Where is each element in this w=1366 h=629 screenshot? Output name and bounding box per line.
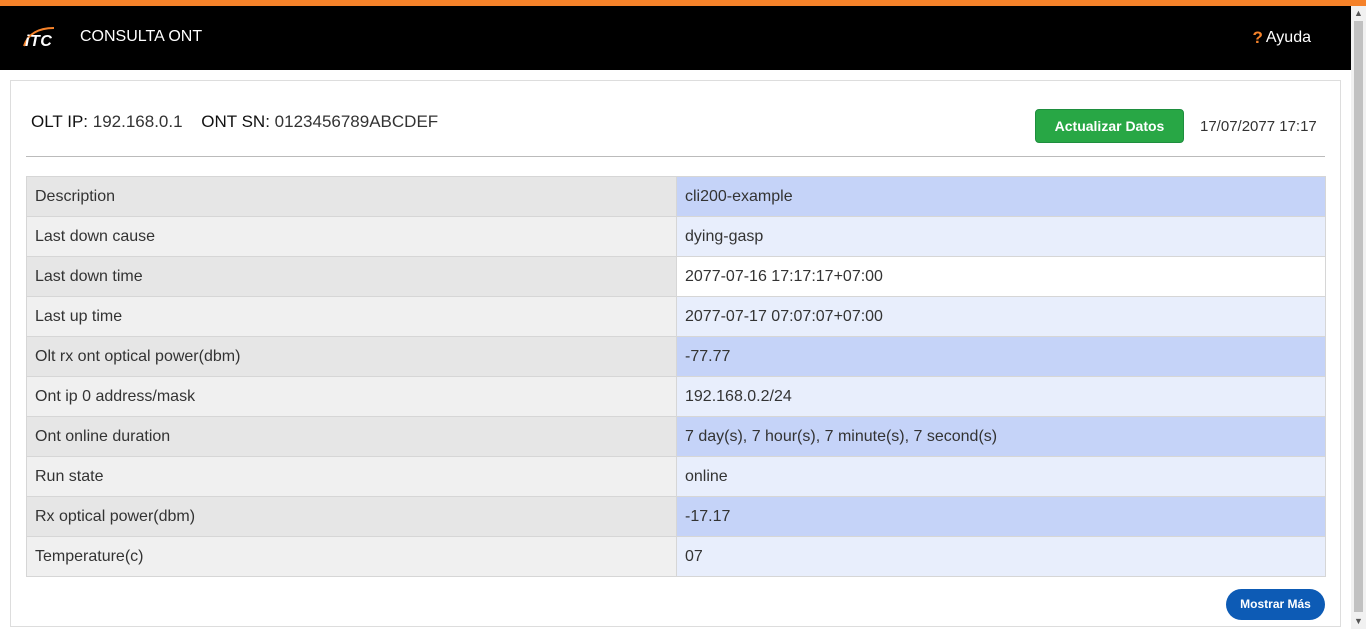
device-identifiers: OLT IP: 192.168.0.1 ONT SN: 0123456789AB… bbox=[31, 112, 452, 132]
table-row: Last down time 2077-07-16 17:17:17+07:00 bbox=[26, 256, 1326, 297]
row-value: 7 day(s), 7 hour(s), 7 minute(s), 7 seco… bbox=[676, 416, 1326, 457]
row-key: Last up time bbox=[26, 296, 677, 337]
table-row: Rx optical power(dbm) -17.17 bbox=[26, 496, 1326, 537]
row-value: 192.168.0.2/24 bbox=[676, 376, 1326, 417]
row-key: Olt rx ont optical power(dbm) bbox=[26, 336, 677, 377]
table-row: Ont ip 0 address/mask 192.168.0.2/24 bbox=[26, 376, 1326, 417]
ont-sn-label: ONT SN: bbox=[201, 112, 270, 131]
row-value: -77.77 bbox=[676, 336, 1326, 377]
row-value: -17.17 bbox=[676, 496, 1326, 537]
row-value: cli200-example bbox=[676, 176, 1326, 217]
card-header: OLT IP: 192.168.0.1 ONT SN: 0123456789AB… bbox=[26, 81, 1325, 157]
scroll-up-arrow-icon[interactable]: ▲ bbox=[1351, 6, 1366, 21]
vertical-scrollbar[interactable]: ▲ ▼ bbox=[1351, 6, 1366, 629]
table-row: Last up time 2077-07-17 07:07:07+07:00 bbox=[26, 296, 1326, 337]
scroll-thumb[interactable] bbox=[1354, 21, 1363, 612]
last-update-timestamp: 17/07/2077 17:17 bbox=[1200, 118, 1317, 135]
row-key: Last down time bbox=[26, 256, 677, 297]
table-row: Description cli200-example bbox=[26, 176, 1326, 217]
row-value: 2077-07-17 07:07:07+07:00 bbox=[676, 296, 1326, 337]
row-key: Last down cause bbox=[26, 216, 677, 257]
top-navbar: iTC CONSULTA ONT ? Ayuda bbox=[0, 6, 1351, 70]
row-key: Ont ip 0 address/mask bbox=[26, 376, 677, 417]
table-row: Run state online bbox=[26, 456, 1326, 497]
help-label: Ayuda bbox=[1265, 29, 1311, 46]
table-row: Temperature(c) 07 bbox=[26, 536, 1326, 577]
row-value: dying-gasp bbox=[676, 216, 1326, 257]
update-data-button[interactable]: Actualizar Datos bbox=[1035, 109, 1184, 143]
row-key: Ont online duration bbox=[26, 416, 677, 457]
row-value: 07 bbox=[676, 536, 1326, 577]
itc-logo-icon[interactable]: iTC bbox=[20, 24, 60, 52]
olt-ip-label: OLT IP: bbox=[31, 112, 89, 131]
row-key: Run state bbox=[26, 456, 677, 497]
logo-text: iTC bbox=[25, 33, 53, 50]
app-title: CONSULTA ONT bbox=[80, 28, 203, 45]
show-more-button[interactable]: Mostrar Más bbox=[1226, 589, 1325, 620]
table-row: Ont online duration 7 day(s), 7 hour(s),… bbox=[26, 416, 1326, 457]
row-key: Description bbox=[26, 176, 677, 217]
ont-sn-value: 0123456789ABCDEF bbox=[274, 112, 439, 131]
row-key: Temperature(c) bbox=[26, 536, 677, 577]
table-row: Last down cause dying-gasp bbox=[26, 216, 1326, 257]
table-row: Olt rx ont optical power(dbm) -77.77 bbox=[26, 336, 1326, 377]
ont-details-table: Description cli200-example Last down cau… bbox=[26, 176, 1326, 577]
row-key: Rx optical power(dbm) bbox=[26, 496, 677, 537]
row-value: 2077-07-16 17:17:17+07:00 bbox=[676, 256, 1326, 297]
scroll-down-arrow-icon[interactable]: ▼ bbox=[1351, 614, 1366, 629]
help-link[interactable]: ? Ayuda bbox=[1253, 28, 1311, 48]
row-value: online bbox=[676, 456, 1326, 497]
olt-ip-value: 192.168.0.1 bbox=[92, 112, 183, 131]
question-icon: ? bbox=[1252, 28, 1263, 47]
ont-info-card: OLT IP: 192.168.0.1 ONT SN: 0123456789AB… bbox=[10, 80, 1341, 627]
